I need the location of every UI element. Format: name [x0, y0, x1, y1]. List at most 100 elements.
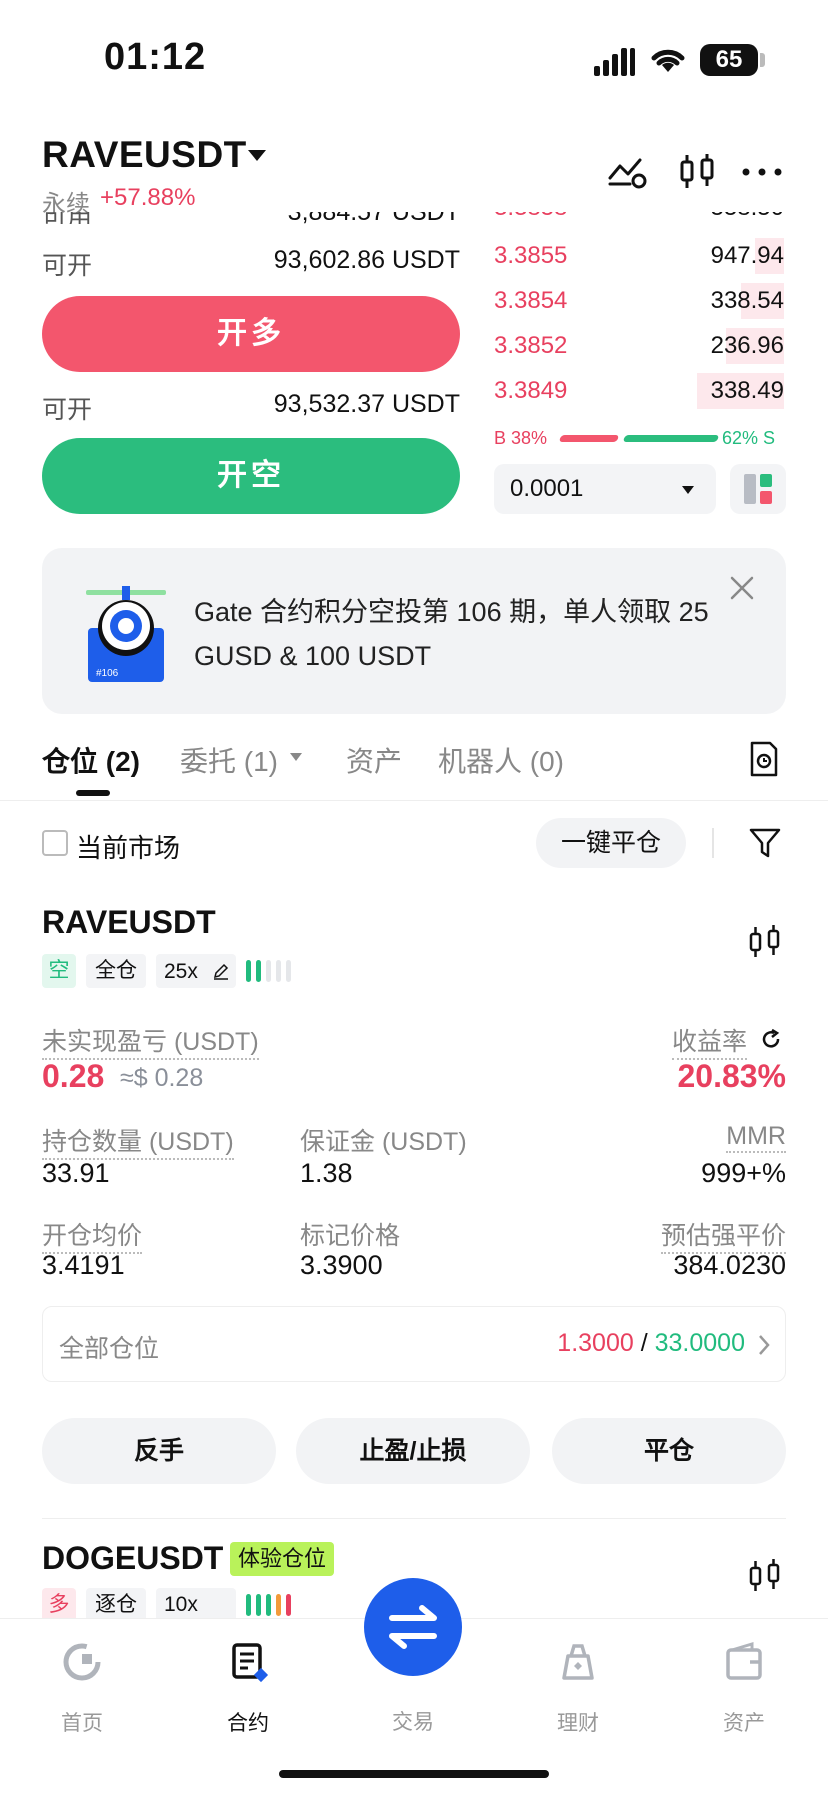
orderbook-partial-row[interactable]: 3.3858 558.50	[494, 212, 784, 224]
filter-icon[interactable]	[748, 826, 782, 860]
position-symbol[interactable]: DOGEUSDT	[42, 1540, 223, 1577]
trial-position-badge: 体验仓位	[230, 1542, 335, 1576]
orderbook-row[interactable]: 3.3855 947.94	[494, 238, 784, 274]
nav-label: 首页	[61, 1712, 103, 1735]
orderbook-row[interactable]: 3.3854 338.54	[494, 283, 784, 319]
nav-finance[interactable]: 理财	[523, 1640, 633, 1737]
unrealized-pnl-usd: ≈$ 0.28	[120, 1064, 204, 1092]
current-market-checkbox[interactable]	[42, 830, 68, 856]
margin-label: 保证金 (USDT)	[300, 1128, 467, 1156]
side-tag: 多	[42, 1588, 76, 1622]
all-positions-values: 1.3000 / 33.0000	[557, 1329, 745, 1358]
available-label: 可用	[42, 212, 92, 224]
close-position-button[interactable]: 平仓	[552, 1418, 786, 1484]
more-icon[interactable]	[740, 150, 784, 194]
mark-price-value: 3.3900	[300, 1250, 383, 1280]
nav-trade[interactable]: 交易	[358, 1706, 468, 1736]
battery-icon: 65	[700, 44, 758, 76]
tab-orders[interactable]: 委托 (1)	[180, 740, 278, 780]
liq-price-label[interactable]: 预估强平价	[660, 1216, 786, 1254]
long-available-label: 可开	[42, 252, 93, 280]
long-available-value: 93,602.86 USDT	[273, 246, 460, 274]
buy-ratio: B 38%	[494, 428, 548, 448]
entry-price-label[interactable]: 开仓均价	[42, 1216, 143, 1254]
price-alert-icon[interactable]	[606, 150, 650, 194]
banner-badge: #106	[96, 668, 119, 679]
side-tag: 空	[42, 954, 76, 988]
mmr-label[interactable]: MMR	[726, 1122, 786, 1153]
nav-label: 理财	[557, 1712, 599, 1735]
leverage-tag[interactable]: 25x	[156, 954, 236, 988]
adl-indicator	[246, 1594, 306, 1616]
orderbook-row[interactable]: 3.3849 338.49	[494, 373, 784, 409]
nav-futures[interactable]: 合约	[193, 1640, 303, 1737]
ask-qty: 338.54	[710, 287, 784, 314]
short-available-label: 可开	[42, 396, 93, 424]
edit-icon	[213, 963, 229, 980]
buy-ratio-bar	[558, 435, 620, 442]
mark-price-label: 标记价格	[300, 1222, 401, 1250]
refresh-icon[interactable]	[760, 1028, 782, 1050]
pair-title[interactable]: RAVEUSDT	[42, 134, 247, 176]
partial-available-row: 可用 3,884.57 USDT	[42, 212, 460, 224]
orderbook-layout-button[interactable]	[730, 464, 786, 514]
current-market-label: 当前市场	[76, 833, 181, 863]
margin-mode-tag: 逐仓	[86, 1588, 146, 1622]
tab-positions[interactable]: 仓位 (2)	[42, 740, 140, 780]
unrealized-pnl-label[interactable]: 未实现盈亏 (USDT)	[42, 1022, 259, 1060]
pair-dropdown-icon[interactable]	[248, 150, 266, 161]
short-available-value: 93,532.37 USDT	[273, 390, 460, 418]
open-short-button[interactable]: 开空	[42, 438, 460, 514]
all-positions-row[interactable]: 全部仓位 1.3000 / 33.0000	[42, 1306, 786, 1382]
orderbook-layout-icon	[744, 474, 772, 504]
price-change: +57.88%	[100, 184, 196, 211]
wifi-icon	[651, 49, 685, 72]
orderbook-row[interactable]: 3.3852 236.96	[494, 328, 784, 364]
nav-home[interactable]: 首页	[27, 1640, 137, 1737]
candlestick-icon[interactable]	[676, 150, 720, 194]
swap-icon	[389, 1605, 437, 1649]
roe-label[interactable]: 收益率	[672, 1022, 748, 1060]
leverage-tag[interactable]: 10x	[156, 1588, 236, 1622]
available-value: 3,884.57 USDT	[288, 212, 460, 224]
close-icon[interactable]	[728, 574, 756, 602]
ask-price: 3.3852	[494, 332, 568, 359]
open-long-button[interactable]: 开多	[42, 296, 460, 372]
history-icon[interactable]	[748, 740, 780, 778]
position-size-value: 33.91	[42, 1158, 110, 1188]
tab-bots[interactable]: 机器人 (0)	[438, 740, 564, 780]
tp-sl-button[interactable]: 止盈/止损	[296, 1418, 530, 1484]
divider	[712, 828, 714, 858]
nav-label: 合约	[227, 1712, 269, 1735]
entry-price-value: 3.4191	[42, 1250, 125, 1280]
position-symbol[interactable]: RAVEUSDT	[42, 904, 216, 941]
ask-price: 3.3854	[494, 287, 568, 314]
close-all-button[interactable]: 一键平仓	[536, 818, 686, 868]
trade-fab-button[interactable]	[364, 1578, 462, 1676]
ask-qty: 236.96	[710, 332, 784, 359]
nav-assets[interactable]: 资产	[689, 1640, 799, 1737]
chevron-right-icon	[759, 1335, 770, 1355]
candlestick-icon[interactable]	[748, 922, 782, 962]
ask-qty: 947.94	[710, 242, 784, 269]
all-positions-red: 1.3000	[557, 1329, 634, 1357]
ask-price: 3.3855	[494, 242, 568, 269]
home-indicator	[279, 1770, 549, 1778]
tab-assets[interactable]: 资产	[346, 740, 402, 780]
reverse-button[interactable]: 反手	[42, 1418, 276, 1484]
tab-underline	[76, 790, 110, 796]
wallet-icon	[726, 1641, 762, 1680]
nav-label: 资产	[723, 1712, 765, 1735]
candlestick-icon[interactable]	[748, 1556, 782, 1596]
battery-tip	[760, 53, 765, 67]
ask-qty: 558.50	[711, 212, 784, 222]
margin-mode-tag: 全仓	[86, 954, 146, 988]
sell-ratio: 62% S	[722, 428, 776, 448]
unrealized-pnl-value: 0.28	[42, 1058, 105, 1094]
ask-qty: 338.49	[710, 377, 784, 404]
chevron-down-icon	[682, 486, 694, 494]
position-size-label[interactable]: 持仓数量 (USDT)	[42, 1122, 234, 1160]
leverage-value: 25x	[164, 960, 198, 983]
adl-indicator	[246, 960, 306, 982]
mmr-value: 999+%	[701, 1158, 786, 1188]
